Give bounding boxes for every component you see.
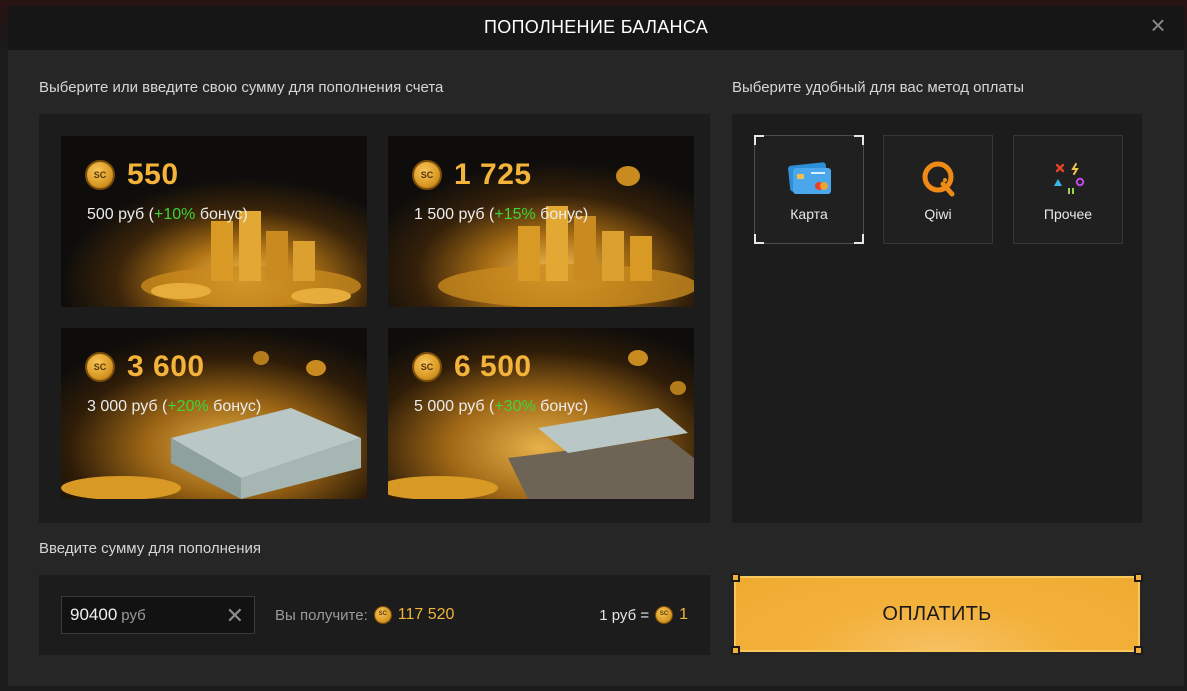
- pay-button[interactable]: ОПЛАТИТЬ: [731, 573, 1143, 655]
- pack-price: 5 000 руб (+30% бонус): [414, 398, 589, 415]
- pack-coins: 6 500: [454, 350, 532, 383]
- method-other[interactable]: Прочее: [1013, 135, 1123, 244]
- coin-icon: SC: [412, 160, 442, 190]
- button-corner: [731, 646, 740, 655]
- modal-header: ПОПОЛНЕНИЕ БАЛАНСА ×: [8, 6, 1184, 50]
- pack-550[interactable]: SC 550 500 руб (+10% бонус): [61, 136, 367, 307]
- pack-bonus-word: бонус: [540, 398, 583, 415]
- coin-icon: SC: [85, 352, 115, 382]
- modal-title: ПОПОЛНЕНИЕ БАЛАНСА: [483, 17, 709, 37]
- pack-price: 500 руб (+10% бонус): [87, 206, 248, 223]
- selection-corner: [754, 135, 764, 145]
- pack-6500[interactable]: SC 6 500 5 000 руб (+30% бонус): [388, 328, 694, 499]
- amount-input[interactable]: 90400 руб ✕: [61, 596, 255, 634]
- pack-bonus: +15%: [494, 206, 536, 223]
- pack-bonus-word: бонус: [540, 206, 583, 223]
- pack-price-value: 500 руб: [87, 206, 145, 223]
- top-up-modal: ПОПОЛНЕНИЕ БАЛАНСА × Выберите или введит…: [8, 6, 1184, 686]
- button-corner: [731, 573, 740, 582]
- credit-card-icon: [788, 162, 831, 194]
- amount-panel: 90400 руб ✕ Вы получите: SC 117 520 1 ру…: [39, 575, 710, 655]
- method-card[interactable]: Карта: [754, 135, 864, 244]
- pack-price: 1 500 руб (+15% бонус): [414, 206, 589, 223]
- receive-label: Вы получите:: [275, 606, 368, 624]
- pack-amount: SC 1 725: [412, 158, 532, 192]
- receive-info: Вы получите: SC 117 520: [275, 606, 454, 624]
- clear-icon[interactable]: ✕: [226, 603, 244, 629]
- pack-bonus: +30%: [494, 398, 536, 415]
- other-methods-icon: [1054, 163, 1085, 194]
- pack-bonus-word: бонус: [213, 398, 256, 415]
- pack-price-value: 5 000 руб: [414, 398, 485, 415]
- packs-panel: SC 550 500 руб (+10% бонус) SC 1 725 1 5…: [39, 114, 710, 523]
- selection-corner: [754, 234, 764, 244]
- pack-coins: 1 725: [454, 158, 532, 191]
- pack-bonus-word: бонус: [199, 206, 243, 223]
- amount-value: 90400: [70, 605, 118, 624]
- method-label: Карта: [790, 206, 828, 222]
- pack-coins: 3 600: [127, 350, 205, 383]
- amount-unit: руб: [121, 606, 146, 624]
- button-corner: [1134, 573, 1143, 582]
- rate-label: 1 руб =: [599, 606, 650, 624]
- pack-price-value: 3 000 руб: [87, 398, 158, 415]
- pack-amount: SC 550: [85, 158, 179, 192]
- coin-icon: SC: [373, 606, 392, 624]
- pack-price-value: 1 500 руб: [414, 206, 485, 223]
- coin-icon: SC: [85, 160, 115, 190]
- method-label: Прочее: [1043, 206, 1093, 222]
- pack-amount: SC 3 600: [85, 350, 205, 384]
- pay-button-label: ОПЛАТИТЬ: [882, 602, 992, 625]
- pack-bonus: +20%: [167, 398, 209, 415]
- exchange-rate: 1 руб = SC 1: [599, 606, 688, 624]
- methods-heading: Выберите удобный для вас метод оплаты: [732, 79, 1025, 96]
- packs-heading: Выберите или введите свою сумму для попо…: [39, 79, 444, 96]
- pack-coins: 550: [127, 158, 179, 191]
- selection-corner: [854, 135, 864, 145]
- pack-price: 3 000 руб (+20% бонус): [87, 398, 262, 415]
- close-icon[interactable]: ×: [1146, 12, 1170, 38]
- pack-bonus: +10%: [153, 206, 196, 223]
- pack-3600[interactable]: SC 3 600 3 000 руб (+20% бонус): [61, 328, 367, 499]
- pack-1725[interactable]: SC 1 725 1 500 руб (+15% бонус): [388, 136, 694, 307]
- method-label: Qiwi: [924, 206, 952, 222]
- selection-corner: [854, 234, 864, 244]
- pack-amount: SC 6 500: [412, 350, 532, 384]
- receive-value: 117 520: [397, 606, 455, 623]
- rate-value: 1: [679, 606, 688, 623]
- qiwi-icon: [922, 161, 955, 197]
- method-qiwi[interactable]: Qiwi: [883, 135, 993, 244]
- coin-icon: SC: [655, 606, 674, 624]
- methods-panel: Карта Qiwi Прочее: [732, 114, 1142, 523]
- button-corner: [1134, 646, 1143, 655]
- coin-icon: SC: [412, 352, 442, 382]
- amount-heading: Введите сумму для пополнения: [39, 540, 262, 557]
